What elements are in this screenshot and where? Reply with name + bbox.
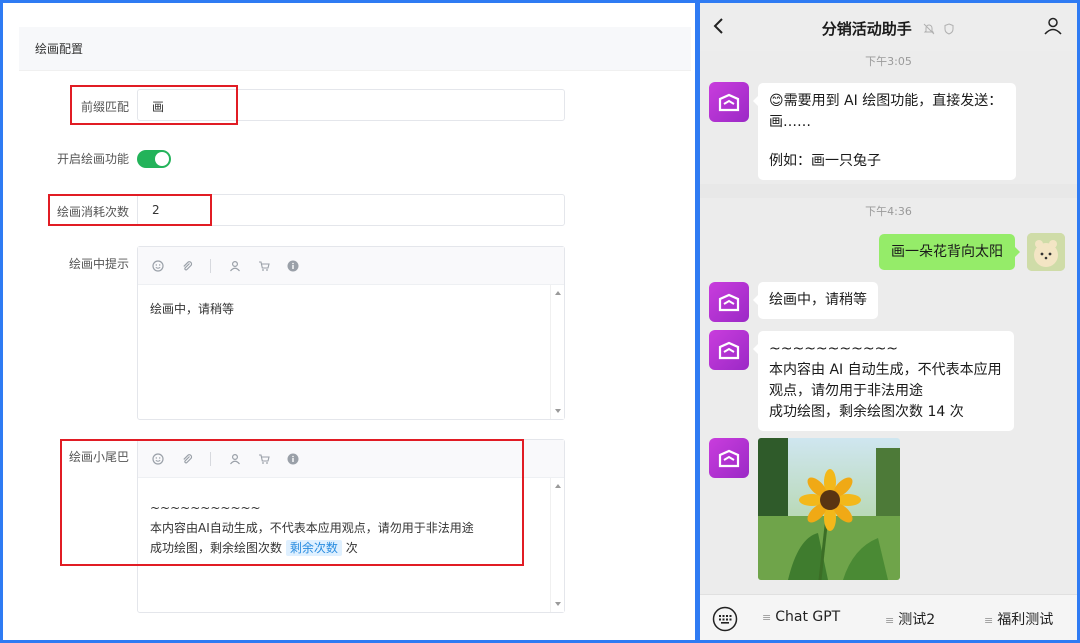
menu-icon: ≡ [762,611,772,624]
remaining-count-variable[interactable]: 剩余次数 [285,540,342,556]
tail-line-1: ~~~~~~~~~~~ [150,501,261,515]
user-icon[interactable] [229,453,241,465]
enable-drawing-toggle[interactable] [137,150,171,168]
divider-strip [700,184,1077,198]
info-icon[interactable] [287,260,299,272]
paperclip-icon[interactable] [181,260,193,272]
toggle-knob [155,152,169,166]
bot-message: ~~~~~~~~~~~ 本内容由 AI 自动生成，不代表本应用观点，请勿用于非法… [753,331,1014,431]
drawing-tip-textarea[interactable]: 绘画中，请稍等 [138,285,564,419]
cart-icon[interactable] [258,260,270,272]
drawing-tip-label: 绘画中提示 [68,257,129,271]
menu-icon: ≡ [885,614,895,627]
message-text: 😊需要用到 AI 绘图功能，直接发送：画…… [769,93,1003,130]
settings-panel: 绘画配置 前缀匹配 画 开启绘画功能 绘画消耗次数 2 绘画中提示 绘画中，请稍… [0,0,698,643]
bot-message: 😊需要用到 AI 绘图功能，直接发送：画…… 例如：画一只兔子 [753,83,1016,180]
toolbar-divider [210,258,211,273]
message-text: 例如：画一只兔子 [769,153,881,169]
bell-off-icon [923,21,935,39]
message-text: 成功绘图，剩余绘图次数 14 次 [769,404,964,420]
tail-line-3-prefix: 成功绘图，剩余绘图次数 [150,541,283,555]
menu-item-label: Chat GPT [775,609,841,625]
cost-label: 绘画消耗次数 [56,205,129,219]
toolbar-divider [210,451,211,466]
chat-title-text: 分销活动助手 [821,20,912,38]
scrollbar[interactable] [550,478,564,612]
info-icon[interactable] [287,453,299,465]
cost-input[interactable]: 2 [137,194,565,226]
tail-line-3: 成功绘图，剩余绘图次数 剩余次数 次 [150,538,540,558]
prefix-input[interactable]: 画 [137,89,565,121]
menu-item-chatgpt[interactable]: ≡ Chat GPT [762,609,840,625]
section-title: 绘画配置 [19,27,691,71]
enable-label: 开启绘画功能 [56,152,129,166]
editor-toolbar [138,440,564,478]
tail-label: 绘画小尾巴 [68,450,129,464]
paperclip-icon[interactable] [181,453,193,465]
bot-message: 绘画中，请稍等 [753,282,878,319]
chat-panel: 分销活动助手 下午3:05 😊需要用到 AI 绘图功能，直接发送：画…… 例如：… [697,0,1080,643]
bot-avatar[interactable] [709,330,749,370]
menu-item-test2[interactable]: ≡ 测试2 [885,609,935,629]
bot-avatar[interactable] [709,82,749,122]
bot-avatar[interactable] [709,282,749,322]
user-message: 画一朵花背向太阳 [879,234,1020,270]
timestamp: 下午4:36 [865,205,912,218]
menu-item-label: 福利测试 [997,612,1054,628]
keyboard-icon[interactable] [712,606,738,636]
smile-icon[interactable] [152,452,164,465]
chat-title: 分销活动助手 [700,18,1077,39]
message-text: 绘画中，请稍等 [769,292,867,308]
message-text: ~~~~~~~~~~~ [769,341,899,357]
tail-textarea[interactable]: ~~~~~~~~~~~ 本内容由AI自动生成，不代表本应用观点，请勿用于非法用途… [138,478,564,612]
editor-toolbar [138,247,564,285]
chat-header: 分销活动助手 [700,3,1077,51]
sunflower-image[interactable] [758,438,900,580]
bot-avatar[interactable] [709,438,749,478]
message-text: 本内容由 AI 自动生成，不代表本应用观点，请勿用于非法用途 [769,362,1002,399]
user-avatar[interactable] [1027,233,1065,271]
smile-icon[interactable] [152,259,164,272]
menu-item-welfare-test[interactable]: ≡ 福利测试 [984,609,1053,629]
tail-editor: ~~~~~~~~~~~ 本内容由AI自动生成，不代表本应用观点，请勿用于非法用途… [137,439,565,613]
prefix-label: 前缀匹配 [80,100,129,114]
user-icon[interactable] [229,260,241,272]
drawing-tip-text: 绘画中，请稍等 [150,302,235,316]
drawing-tip-editor: 绘画中，请稍等 [137,246,565,420]
scrollbar[interactable] [550,285,564,419]
cart-icon[interactable] [258,453,270,465]
chat-menu-bar: ≡ Chat GPT ≡ 测试2 ≡ 福利测试 [700,594,1077,640]
menu-item-label: 测试2 [898,612,936,628]
person-icon[interactable] [1043,16,1063,40]
timestamp: 下午3:05 [865,55,912,68]
tail-line-2: 本内容由AI自动生成，不代表本应用观点，请勿用于非法用途 [150,521,474,535]
menu-icon: ≡ [984,614,994,627]
shield-icon [943,21,955,39]
tail-line-3-suffix: 次 [345,541,358,555]
